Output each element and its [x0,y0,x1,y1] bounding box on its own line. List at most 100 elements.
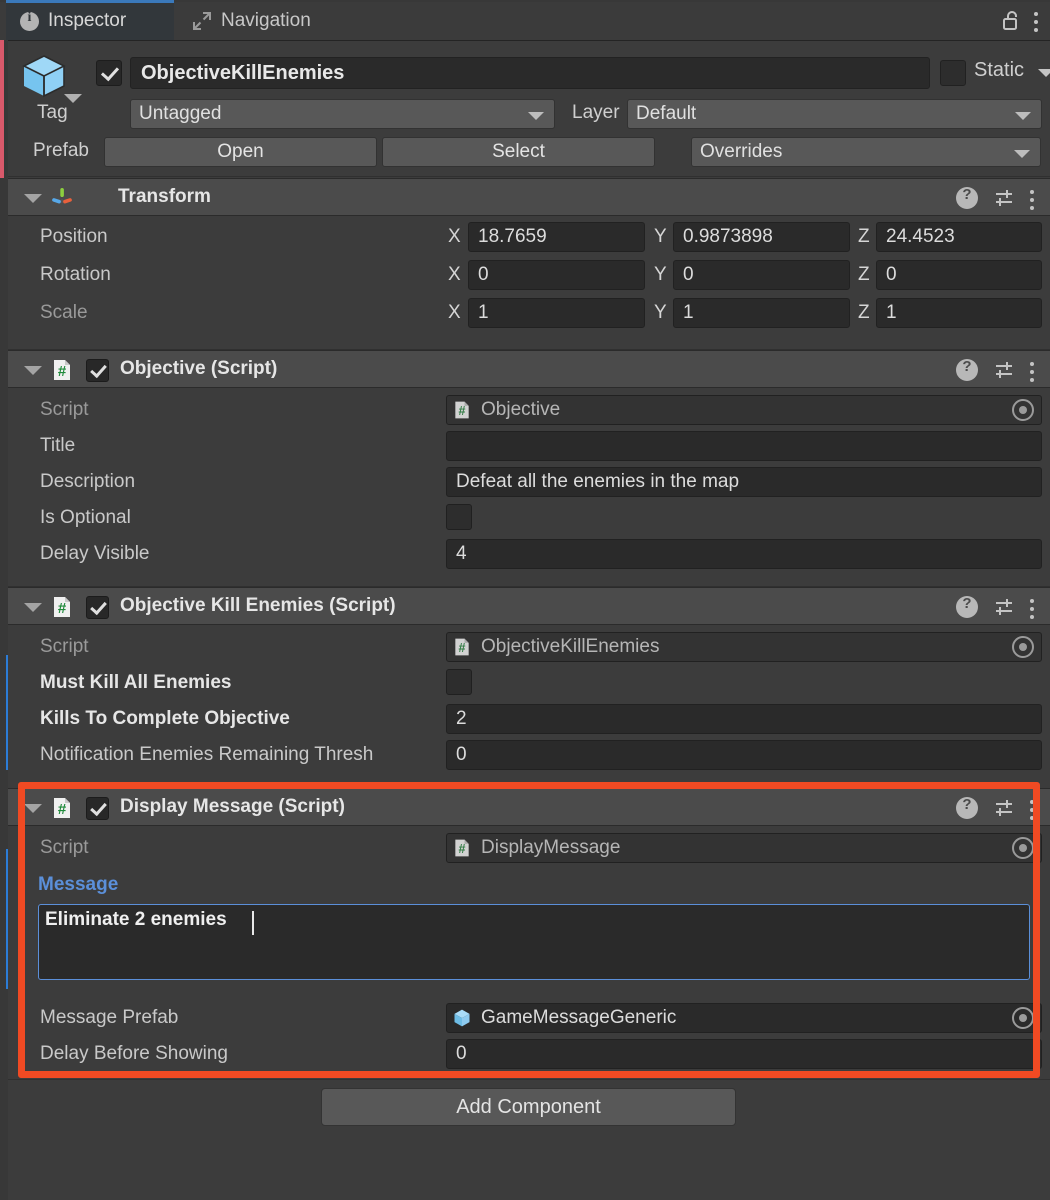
help-icon[interactable] [956,358,978,381]
rotation-z-input[interactable]: 0 [876,260,1042,290]
collapse-caret-transform[interactable] [24,194,42,203]
collapse-caret-display-message[interactable] [24,804,42,813]
component-header-objective[interactable]: # Objective (Script) [8,350,1050,388]
axis-label-x: X [448,264,461,285]
axis-label-y: Y [654,226,667,247]
objective-delay-visible-input[interactable]: 4 [446,539,1042,569]
objective-description-input[interactable]: Defeat all the enemies in the map [446,467,1042,497]
help-icon[interactable] [956,186,978,209]
kebab-menu-icon[interactable] [1030,359,1036,382]
prefab-cube-icon [18,50,70,102]
object-picker-icon[interactable] [1012,1007,1034,1029]
dm-message-prefab-field[interactable]: GameMessageGeneric [446,1003,1042,1033]
info-icon [20,10,39,31]
position-y-input[interactable]: 0.9873898 [673,222,850,252]
help-icon[interactable] [956,796,978,819]
settings-sliders-icon[interactable] [993,797,1015,819]
scale-y-input[interactable]: 1 [673,298,850,328]
text-cursor [252,911,254,935]
object-picker-icon[interactable] [1012,399,1034,421]
cs-script-icon: # [50,595,74,619]
svg-text:#: # [58,801,67,818]
oke-kills-to-complete-input[interactable]: 2 [446,704,1042,734]
cs-script-icon: # [50,358,74,382]
oke-mustkillall-row: Must Kill All Enemies [8,666,1050,702]
dm-prefab-row: Message Prefab GameMessageGeneric [8,1001,1050,1037]
component-enabled-checkbox-objective-kill-enemies[interactable] [86,596,109,619]
field-label-is-optional: Is Optional [40,507,131,528]
unlocked-padlock-icon[interactable] [1002,10,1020,30]
position-z-input[interactable]: 24.4523 [876,222,1042,252]
component-body-objective-kill-enemies: Script ObjectiveKillEnemies # Must Kill … [8,625,1050,782]
transform-axis-icon [50,186,74,210]
axis-label-x: X [448,226,461,247]
scale-z-input[interactable]: 1 [876,298,1042,328]
rotation-y-input[interactable]: 0 [673,260,850,290]
tab-inspector[interactable]: Inspector [6,0,174,40]
field-label-notification-enemies-remaining-thresh: Notification Enemies Remaining Thresh [40,744,374,765]
dm-delay-before-showing-input[interactable]: 0 [446,1039,1042,1069]
oke-must-kill-all-checkbox[interactable] [446,669,472,695]
component-tools-display-message [956,789,1036,827]
prefab-select-button[interactable]: Select [382,137,655,167]
objective-title-input[interactable] [446,431,1042,461]
settings-sliders-icon[interactable] [993,596,1015,618]
field-label-script: Script [40,837,89,858]
gameobject-name-input[interactable]: ObjectiveKillEnemies [130,57,930,89]
static-checkbox[interactable] [940,60,966,86]
collapse-caret-objective-kill-enemies[interactable] [24,603,42,612]
objective-title-row: Title [8,429,1050,465]
objective-script-field[interactable]: Objective [446,395,1042,425]
objective-is-optional-checkbox[interactable] [446,504,472,530]
field-label-must-kill-all-enemies: Must Kill All Enemies [40,672,232,693]
cs-script-icon: # [452,400,472,425]
static-dropdown-caret[interactable] [1038,69,1050,77]
layer-dropdown[interactable]: Default [627,99,1042,129]
collapse-caret-objective[interactable] [24,366,42,375]
axis-label-x: X [448,302,461,323]
kebab-menu-icon[interactable] [1034,9,1040,32]
gameobject-enabled-checkbox[interactable] [96,60,122,86]
field-label-script: Script [40,636,89,657]
kebab-menu-icon[interactable] [1030,187,1036,210]
component-header-display-message[interactable]: # Display Message (Script) [8,788,1050,826]
tag-dropdown[interactable]: Untagged [130,99,555,129]
add-component-button[interactable]: Add Component [321,1088,736,1126]
divider [8,176,1050,177]
prefab-row: Prefab Open Select Overrides [8,137,1050,169]
object-picker-icon[interactable] [1012,837,1034,859]
oke-script-field[interactable]: ObjectiveKillEnemies [446,632,1042,662]
kebab-menu-icon[interactable] [1030,797,1036,820]
transform-position-row: Position X 18.7659 Y 0.9873898 Z 24.4523 [8,220,1050,256]
prefab-overrides-dropdown[interactable]: Overrides [691,137,1041,167]
field-label-message: Message [38,874,119,895]
component-title-objective: Objective (Script) [120,358,278,379]
settings-sliders-icon[interactable] [993,359,1015,381]
dm-message-textarea[interactable]: Eliminate 2 enemies [38,904,1030,980]
component-header-objective-kill-enemies[interactable]: # Objective Kill Enemies (Script) [8,587,1050,625]
field-label-message-prefab: Message Prefab [40,1007,179,1028]
component-enabled-checkbox-objective[interactable] [86,359,109,382]
tab-navigation[interactable]: Navigation [178,2,327,40]
component-enabled-checkbox-display-message[interactable] [86,797,109,820]
component-header-transform[interactable]: Transform [8,178,1050,216]
field-label-description: Description [40,471,136,492]
help-icon[interactable] [956,595,978,618]
settings-sliders-icon[interactable] [993,187,1015,209]
component-title-objective-kill-enemies: Objective Kill Enemies (Script) [120,595,396,616]
svg-text:#: # [459,641,466,655]
rotation-x-input[interactable]: 0 [468,260,645,290]
field-label-kills-to-complete-objective: Kills To Complete Objective [40,708,290,729]
transform-scale-row: Scale X 1 Y 1 Z 1 [8,296,1050,332]
oke-notification-threshold-input[interactable]: 0 [446,740,1042,770]
axis-label-y: Y [654,264,667,285]
kebab-menu-icon[interactable] [1030,596,1036,619]
object-picker-icon[interactable] [1012,636,1034,658]
tag-label: Tag [37,102,68,123]
prefab-open-button[interactable]: Open [104,137,377,167]
tab-navigation-label: Navigation [221,10,311,31]
scale-x-input[interactable]: 1 [468,298,645,328]
objective-script-row: Script Objective # [8,393,1050,429]
position-x-input[interactable]: 18.7659 [468,222,645,252]
dm-script-field[interactable]: DisplayMessage [446,833,1042,863]
